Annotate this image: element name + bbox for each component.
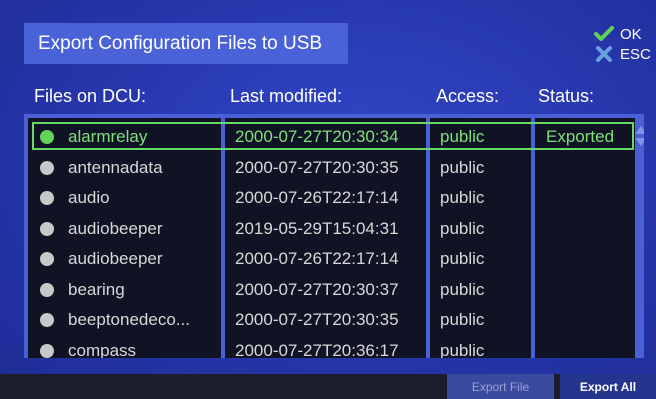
table-row[interactable]: antennadata 2000-07-27T20:30:35 public	[24, 153, 644, 183]
status-dot-icon	[40, 282, 54, 297]
file-name: bearing	[68, 279, 125, 299]
export-file-button[interactable]: Export File	[447, 374, 554, 399]
file-modified: 2000-07-27T20:30:37	[235, 279, 399, 299]
status-dot-icon	[40, 313, 54, 327]
file-access: public	[440, 218, 485, 238]
status-dot-icon	[40, 191, 54, 205]
esc-label: ESC	[620, 45, 651, 63]
table-row[interactable]: compass 2000-07-27T20:36:17 public	[24, 336, 644, 359]
bottom-bar	[0, 374, 656, 399]
file-name: audiobeeper	[68, 249, 163, 268]
scroll-up-arrow-icon[interactable]	[635, 126, 644, 134]
file-access: public	[440, 188, 485, 207]
column-header-modified: Last modified:	[230, 86, 343, 106]
file-access: public	[440, 157, 485, 177]
column-header-status: Status:	[538, 86, 595, 106]
file-name: beeptonedeco...	[68, 310, 190, 329]
selected-row-highlight	[32, 122, 634, 150]
scroll-down-arrow-icon[interactable]	[635, 138, 644, 146]
status-dot-icon	[40, 221, 54, 236]
status-dot-icon	[40, 343, 54, 358]
file-access: public	[440, 279, 485, 299]
file-modified: 2000-07-26T22:17:14	[235, 188, 399, 207]
file-access: public	[440, 249, 485, 268]
file-name: compass	[68, 340, 137, 359]
x-icon	[596, 46, 612, 62]
file-access: public	[440, 310, 485, 329]
check-icon	[594, 26, 614, 41]
column-header-access: Access:	[436, 86, 500, 106]
esc-button[interactable]: ESC	[594, 44, 656, 64]
status-dot-icon	[40, 160, 54, 175]
ok-esc-legend: OK ESC	[594, 24, 656, 64]
file-name: antennadata	[68, 157, 163, 177]
file-table: alarmrelay 2000-07-27T20:30:34 public Expor…	[24, 114, 644, 358]
status-dot-icon	[40, 252, 54, 266]
file-rows: alarmrelay 2000-07-27T20:30:34 public Expor…	[24, 114, 644, 358]
table-row[interactable]: audio 2000-07-26T22:17:14 public	[24, 183, 644, 213]
export-all-button[interactable]: Export All	[560, 374, 656, 399]
ok-button[interactable]: OK	[594, 24, 656, 44]
table-row[interactable]: audiobeeper 2019-05-29T15:04:31 public	[24, 214, 644, 244]
file-modified: 2000-07-27T20:36:17	[235, 340, 399, 359]
dialog-title: Export Configuration Files to USB	[24, 23, 348, 64]
dialog-title-text: Export Configuration Files to USB	[38, 32, 323, 54]
file-name: audio	[68, 188, 110, 207]
ok-label: OK	[620, 25, 642, 43]
table-row[interactable]: bearing 2000-07-27T20:30:37 public	[24, 275, 644, 305]
file-modified: 2000-07-27T20:30:35	[235, 157, 399, 177]
file-name: audiobeeper	[68, 218, 163, 238]
file-modified: 2019-05-29T15:04:31	[235, 218, 399, 238]
file-modified: 2000-07-26T22:17:14	[235, 249, 399, 268]
file-modified: 2000-07-27T20:30:35	[235, 310, 399, 329]
column-header-files: Files on DCU:	[34, 86, 147, 106]
file-access: public	[440, 340, 485, 359]
table-row[interactable]: beeptonedeco... 2000-07-27T20:30:35 public	[24, 305, 644, 335]
table-row[interactable]: audiobeeper 2000-07-26T22:17:14 public	[24, 244, 644, 274]
